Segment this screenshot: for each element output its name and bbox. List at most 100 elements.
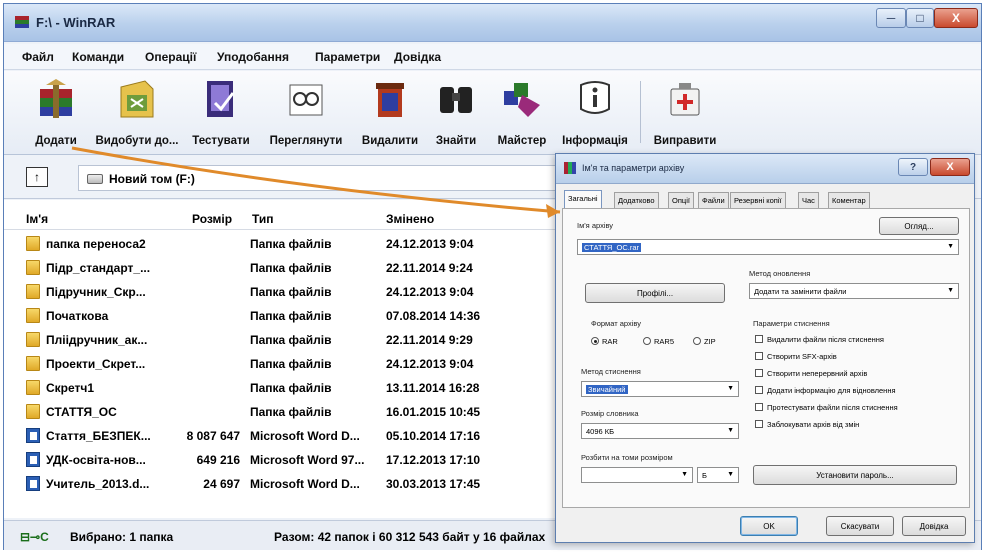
compression-method-select[interactable]: Звичайний ▼ — [581, 381, 739, 397]
toolbar: Додати Видобути до... Тестувати Переглян… — [4, 71, 981, 155]
file-list: Ім'я Розмір Тип Змінено папка переноса2 П… — [4, 200, 559, 518]
close-button[interactable]: X — [934, 8, 978, 28]
profiles-button[interactable]: Профілі... — [585, 283, 725, 303]
table-row[interactable]: Початкова Папка файлів 07.08.2014 14:36 — [4, 304, 559, 328]
file-name: Учитель_2013.d... — [46, 477, 150, 491]
update-method-label: Метод оновлення — [749, 269, 811, 278]
table-row[interactable]: Скретч1 Папка файлів 13.11.2014 16:28 — [4, 376, 559, 400]
tab-backup[interactable]: Резервні копії — [730, 192, 786, 208]
file-type: Папка файлів — [250, 261, 332, 275]
menu-operations[interactable]: Операції — [145, 50, 196, 64]
up-folder-button[interactable]: ↑ — [26, 167, 48, 187]
split-size-input[interactable]: ▼ — [581, 467, 693, 483]
menu-help[interactable]: Довідка — [394, 50, 441, 64]
selection-icon: ⊟⊸C — [20, 530, 49, 544]
dictionary-size-label: Розмір словника — [581, 409, 639, 418]
tab-comment[interactable]: Коментар — [828, 192, 870, 208]
table-row[interactable]: Підр_стандарт_... Папка файлів 22.11.2014 … — [4, 256, 559, 280]
file-type: Папка файлів — [250, 309, 332, 323]
column-size[interactable]: Розмір — [192, 212, 232, 226]
tab-files[interactable]: Файли — [698, 192, 729, 208]
dictionary-size-select[interactable]: 4096 КБ ▼ — [581, 423, 739, 439]
toolbar-repair-button[interactable]: Виправити — [650, 77, 720, 153]
status-total: Разом: 42 папок і 60 312 543 байт у 16 ф… — [274, 530, 546, 544]
archive-name-label: Ім'я архіву — [577, 221, 614, 230]
update-method-select[interactable]: Додати та замінити файли ▼ — [749, 283, 959, 299]
file-name: Скретч1 — [46, 381, 95, 395]
chevron-down-icon: ▼ — [727, 385, 734, 392]
table-row[interactable]: Проекти_Скрет... Папка файлів 24.12.2013 9… — [4, 352, 559, 376]
column-type[interactable]: Тип — [252, 212, 274, 226]
folder-icon — [26, 404, 40, 419]
drive-icon — [87, 174, 103, 184]
winrar-app-icon — [15, 16, 29, 28]
browse-button[interactable]: Огляд... — [879, 217, 959, 235]
file-type: Папка файлів — [250, 357, 332, 371]
folder-icon — [26, 380, 40, 395]
tab-advanced[interactable]: Додатково — [614, 192, 659, 208]
set-password-button[interactable]: Установити пароль... — [753, 465, 957, 485]
chevron-down-icon: ▼ — [947, 287, 954, 294]
info-icon — [580, 81, 610, 114]
dialog-help-button[interactable]: ? — [898, 158, 928, 176]
menu-file[interactable]: Файл — [22, 50, 54, 64]
table-row[interactable]: СТАТТЯ_ОС Папка файлів 16.01.2015 10:45 — [4, 400, 559, 424]
format-zip-radio[interactable]: ZIP — [693, 337, 716, 346]
format-rar-radio[interactable]: RAR — [591, 337, 618, 346]
ok-button[interactable]: OK — [740, 516, 798, 536]
option-lock-archive[interactable]: Заблокувати архів від змін — [755, 420, 859, 429]
column-modified[interactable]: Змінено — [386, 212, 434, 226]
file-name: Проекти_Скрет... — [46, 357, 146, 371]
help-button[interactable]: Довідка — [902, 516, 966, 536]
option-test-after[interactable]: Протестувати файли після стиснення — [755, 403, 898, 412]
folder-icon — [26, 332, 40, 347]
table-row[interactable]: папка переноса2 Папка файлів 24.12.2013 9:… — [4, 232, 559, 256]
toolbar-add-button[interactable]: Додати — [26, 77, 86, 153]
file-name: Стаття_БЕЗПЕК... — [46, 429, 151, 443]
option-recovery-record[interactable]: Додати інформацію для відновлення — [755, 386, 896, 395]
minimize-button[interactable]: ─ — [876, 8, 906, 28]
table-row[interactable]: УДК-освіта-нов... 649 216 Microsoft Word 9… — [4, 448, 559, 472]
cancel-button[interactable]: Скасувати — [826, 516, 894, 536]
toolbar-test-button[interactable]: Тестувати — [188, 77, 254, 153]
toolbar-wizard-button[interactable]: Майстер — [492, 77, 552, 153]
table-row[interactable]: Пліідручник_ак... Папка файлів 22.11.2014 … — [4, 328, 559, 352]
split-unit-select[interactable]: Б ▼ — [697, 467, 739, 483]
tab-general[interactable]: Загальні — [564, 190, 602, 209]
table-row[interactable]: Стаття_БЕЗПЕК... 8 087 647 Microsoft Word … — [4, 424, 559, 448]
toolbar-delete-button[interactable]: Видалити — [358, 77, 422, 153]
toolbar-extract-button[interactable]: Видобути до... — [94, 77, 180, 153]
archive-name-input[interactable]: СТАТТЯ_ОС.rar ▼ — [577, 239, 959, 255]
file-type: Microsoft Word 97... — [250, 453, 365, 467]
folder-icon — [26, 284, 40, 299]
menu-commands[interactable]: Команди — [72, 50, 124, 64]
column-name[interactable]: Ім'я — [26, 212, 48, 226]
tab-time[interactable]: Час — [798, 192, 819, 208]
file-type: Microsoft Word D... — [250, 477, 360, 491]
format-rar5-radio[interactable]: RAR5 — [643, 337, 674, 346]
general-tab-panel: Ім'я архіву Огляд... СТАТТЯ_ОС.rar ▼ Мет… — [562, 208, 970, 508]
toolbar-view-button[interactable]: Переглянути — [262, 77, 350, 153]
option-delete-after[interactable]: Видалити файли після стиснення — [755, 335, 884, 344]
option-create-sfx[interactable]: Створити SFX-архів — [755, 352, 837, 361]
toolbar-info-button[interactable]: Інформація — [558, 77, 632, 153]
extract-to-icon — [120, 80, 154, 118]
archive-format-label: Формат архіву — [591, 319, 641, 328]
dialog-close-button[interactable]: X — [930, 158, 970, 176]
test-icon — [207, 81, 235, 117]
chevron-down-icon: ▼ — [727, 427, 734, 434]
file-name: Підручник_Скр... — [46, 285, 146, 299]
path-field[interactable]: Новий том (F:) — [78, 165, 558, 191]
file-modified: 07.08.2014 14:36 — [386, 309, 481, 323]
tab-options[interactable]: Опції — [668, 192, 694, 208]
delete-icon — [376, 83, 404, 117]
maximize-button[interactable]: □ — [906, 8, 934, 28]
file-list-header: Ім'я Розмір Тип Змінено — [4, 200, 559, 230]
toolbar-find-button[interactable]: Знайти — [428, 77, 484, 153]
chevron-down-icon: ▼ — [681, 471, 688, 478]
menu-preferences[interactable]: Уподобання — [217, 50, 289, 64]
option-solid-archive[interactable]: Створити неперервний архів — [755, 369, 867, 378]
table-row[interactable]: Підручник_Скр... Папка файлів 24.12.2013 9… — [4, 280, 559, 304]
table-row[interactable]: Учитель_2013.d... 24 697 Microsoft Word D.… — [4, 472, 559, 496]
menu-parameters[interactable]: Параметри — [315, 50, 380, 64]
